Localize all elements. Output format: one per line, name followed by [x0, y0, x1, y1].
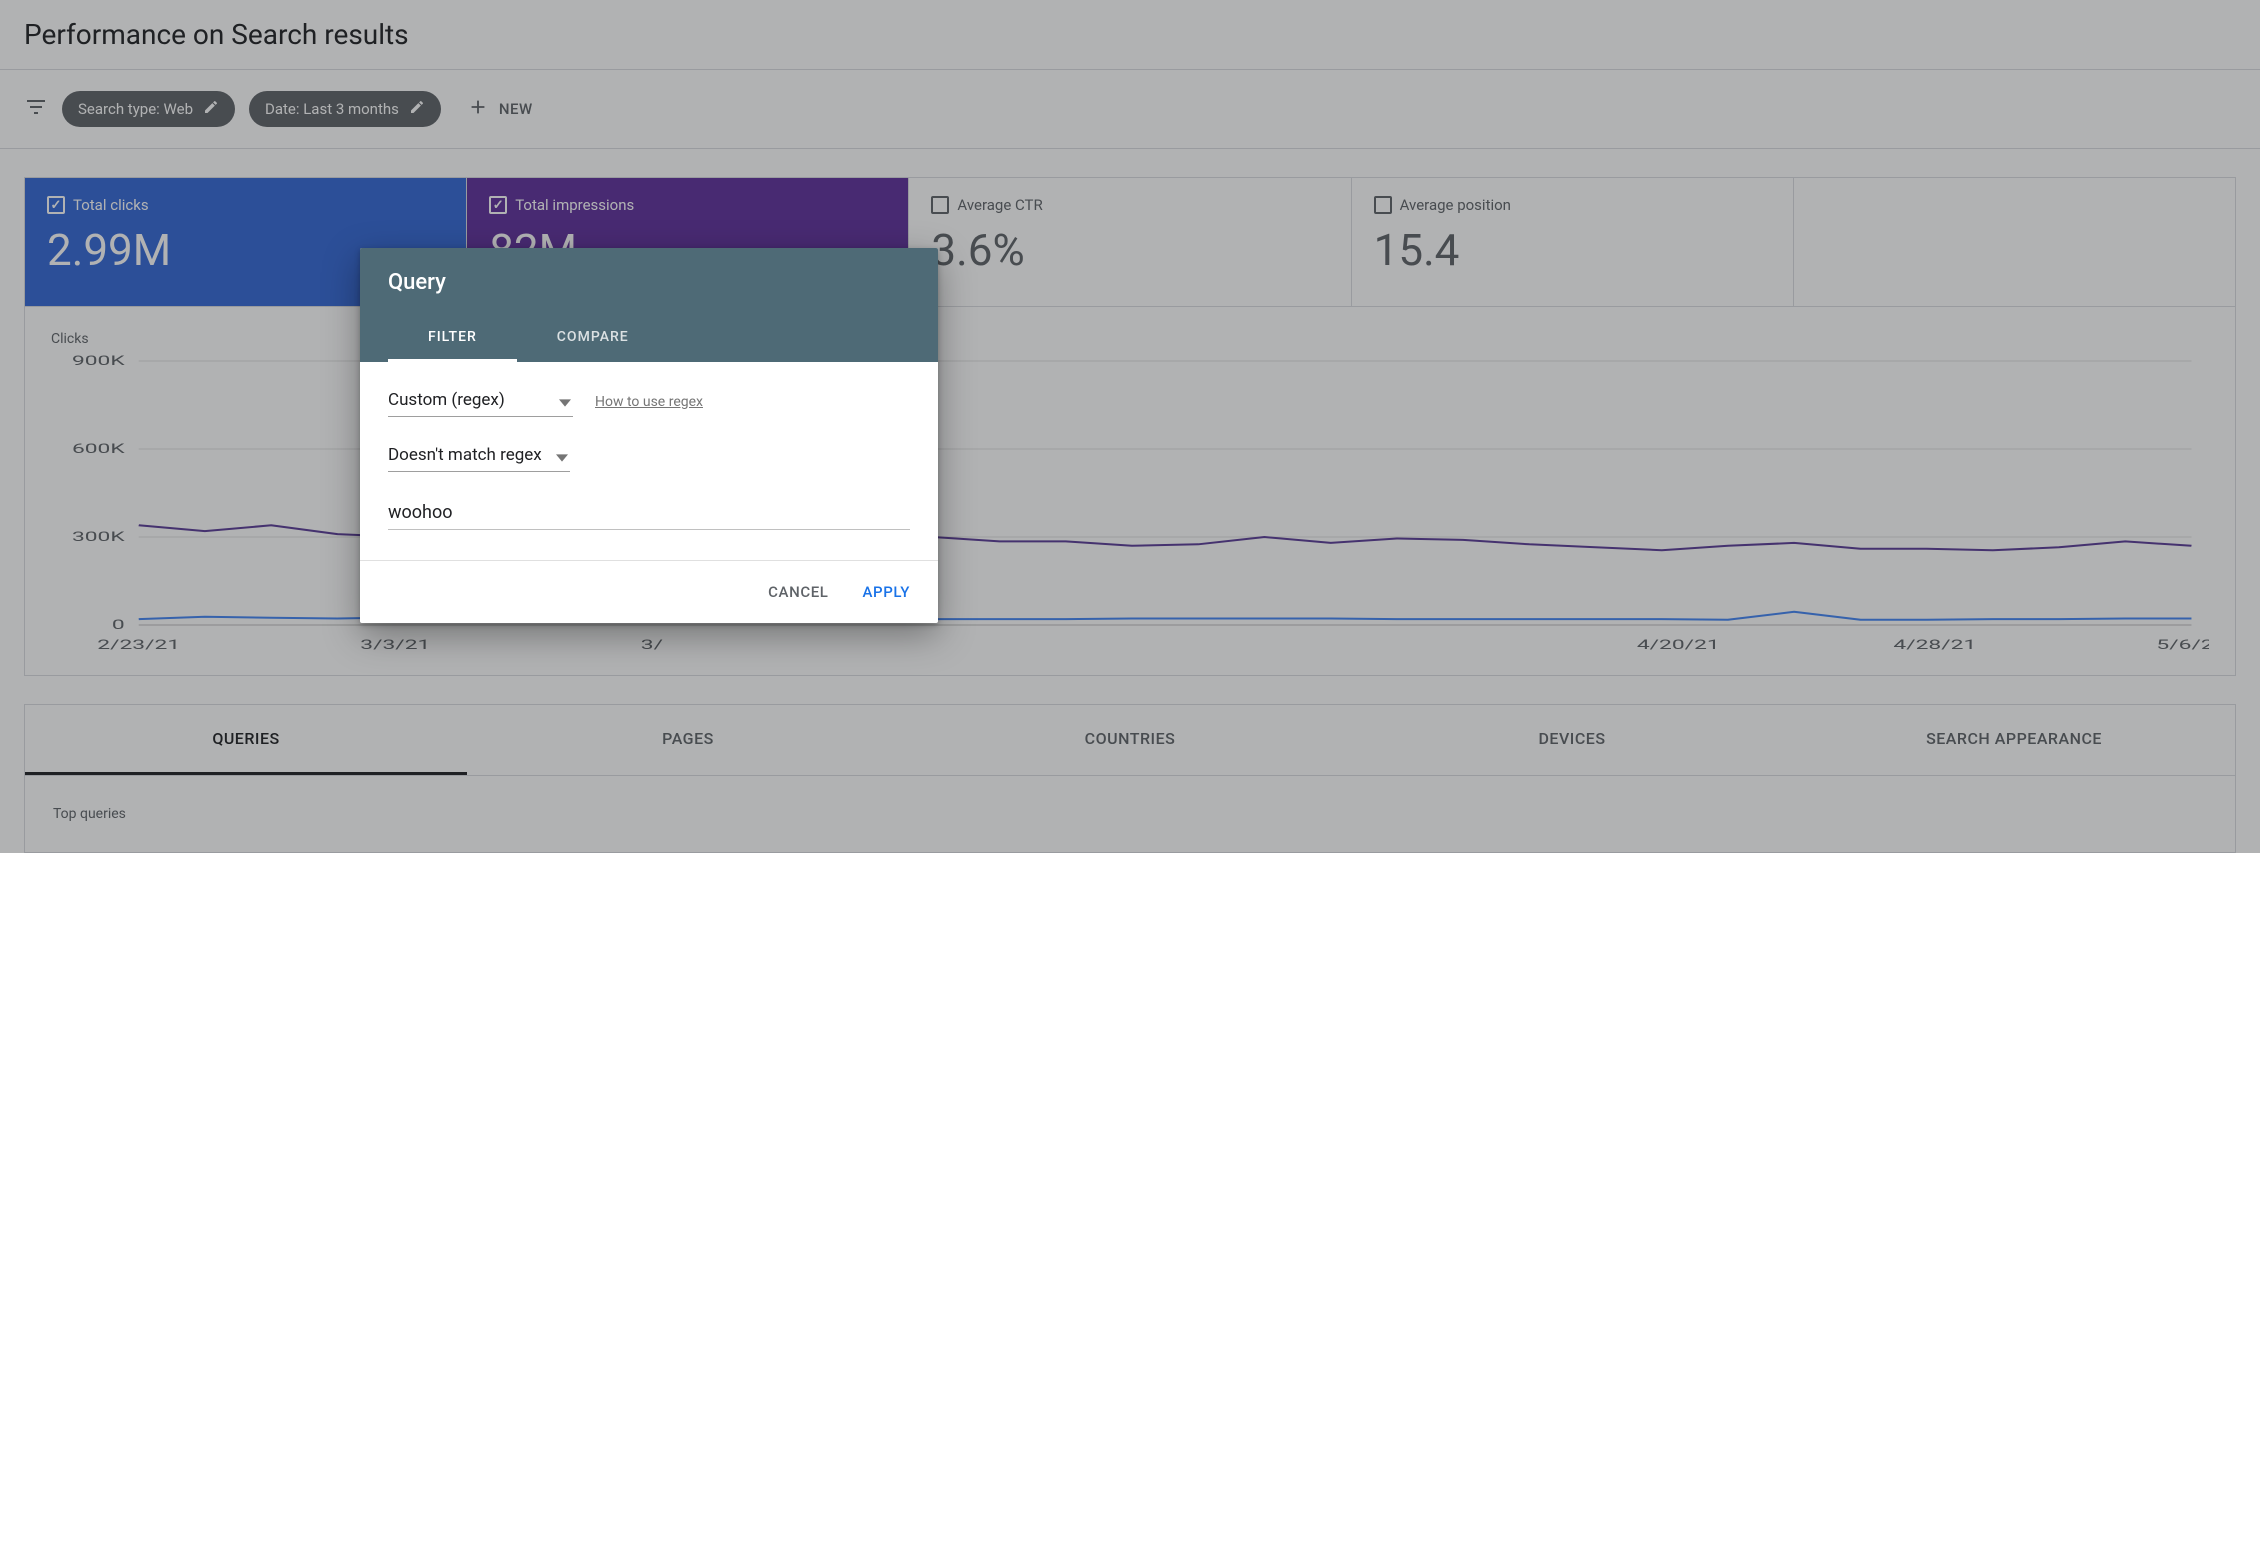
dialog-body: Custom (regex) How to use regex Doesn't …: [360, 362, 938, 560]
select-value: Doesn't match regex: [388, 445, 542, 465]
dialog-actions: CANCEL APPLY: [360, 560, 938, 623]
modal-overlay[interactable]: [0, 0, 2260, 853]
dialog-title: Query: [388, 270, 910, 295]
chevron-down-icon: [556, 449, 568, 469]
query-dialog: Query FILTER COMPARE Custom (regex) How …: [360, 248, 938, 623]
dialog-tabs: FILTER COMPARE: [388, 315, 910, 362]
cancel-button[interactable]: CANCEL: [764, 577, 832, 607]
chevron-down-icon: [559, 394, 571, 414]
select-value: Custom (regex): [388, 390, 505, 410]
dialog-tab-compare[interactable]: COMPARE: [517, 315, 669, 362]
query-filter-input[interactable]: [388, 496, 910, 530]
match-type-select[interactable]: Custom (regex): [388, 386, 573, 417]
apply-button[interactable]: APPLY: [859, 577, 915, 607]
dialog-tab-filter[interactable]: FILTER: [388, 315, 517, 362]
match-mode-select[interactable]: Doesn't match regex: [388, 441, 570, 472]
regex-help-link[interactable]: How to use regex: [595, 394, 703, 410]
dialog-header: Query FILTER COMPARE: [360, 248, 938, 362]
